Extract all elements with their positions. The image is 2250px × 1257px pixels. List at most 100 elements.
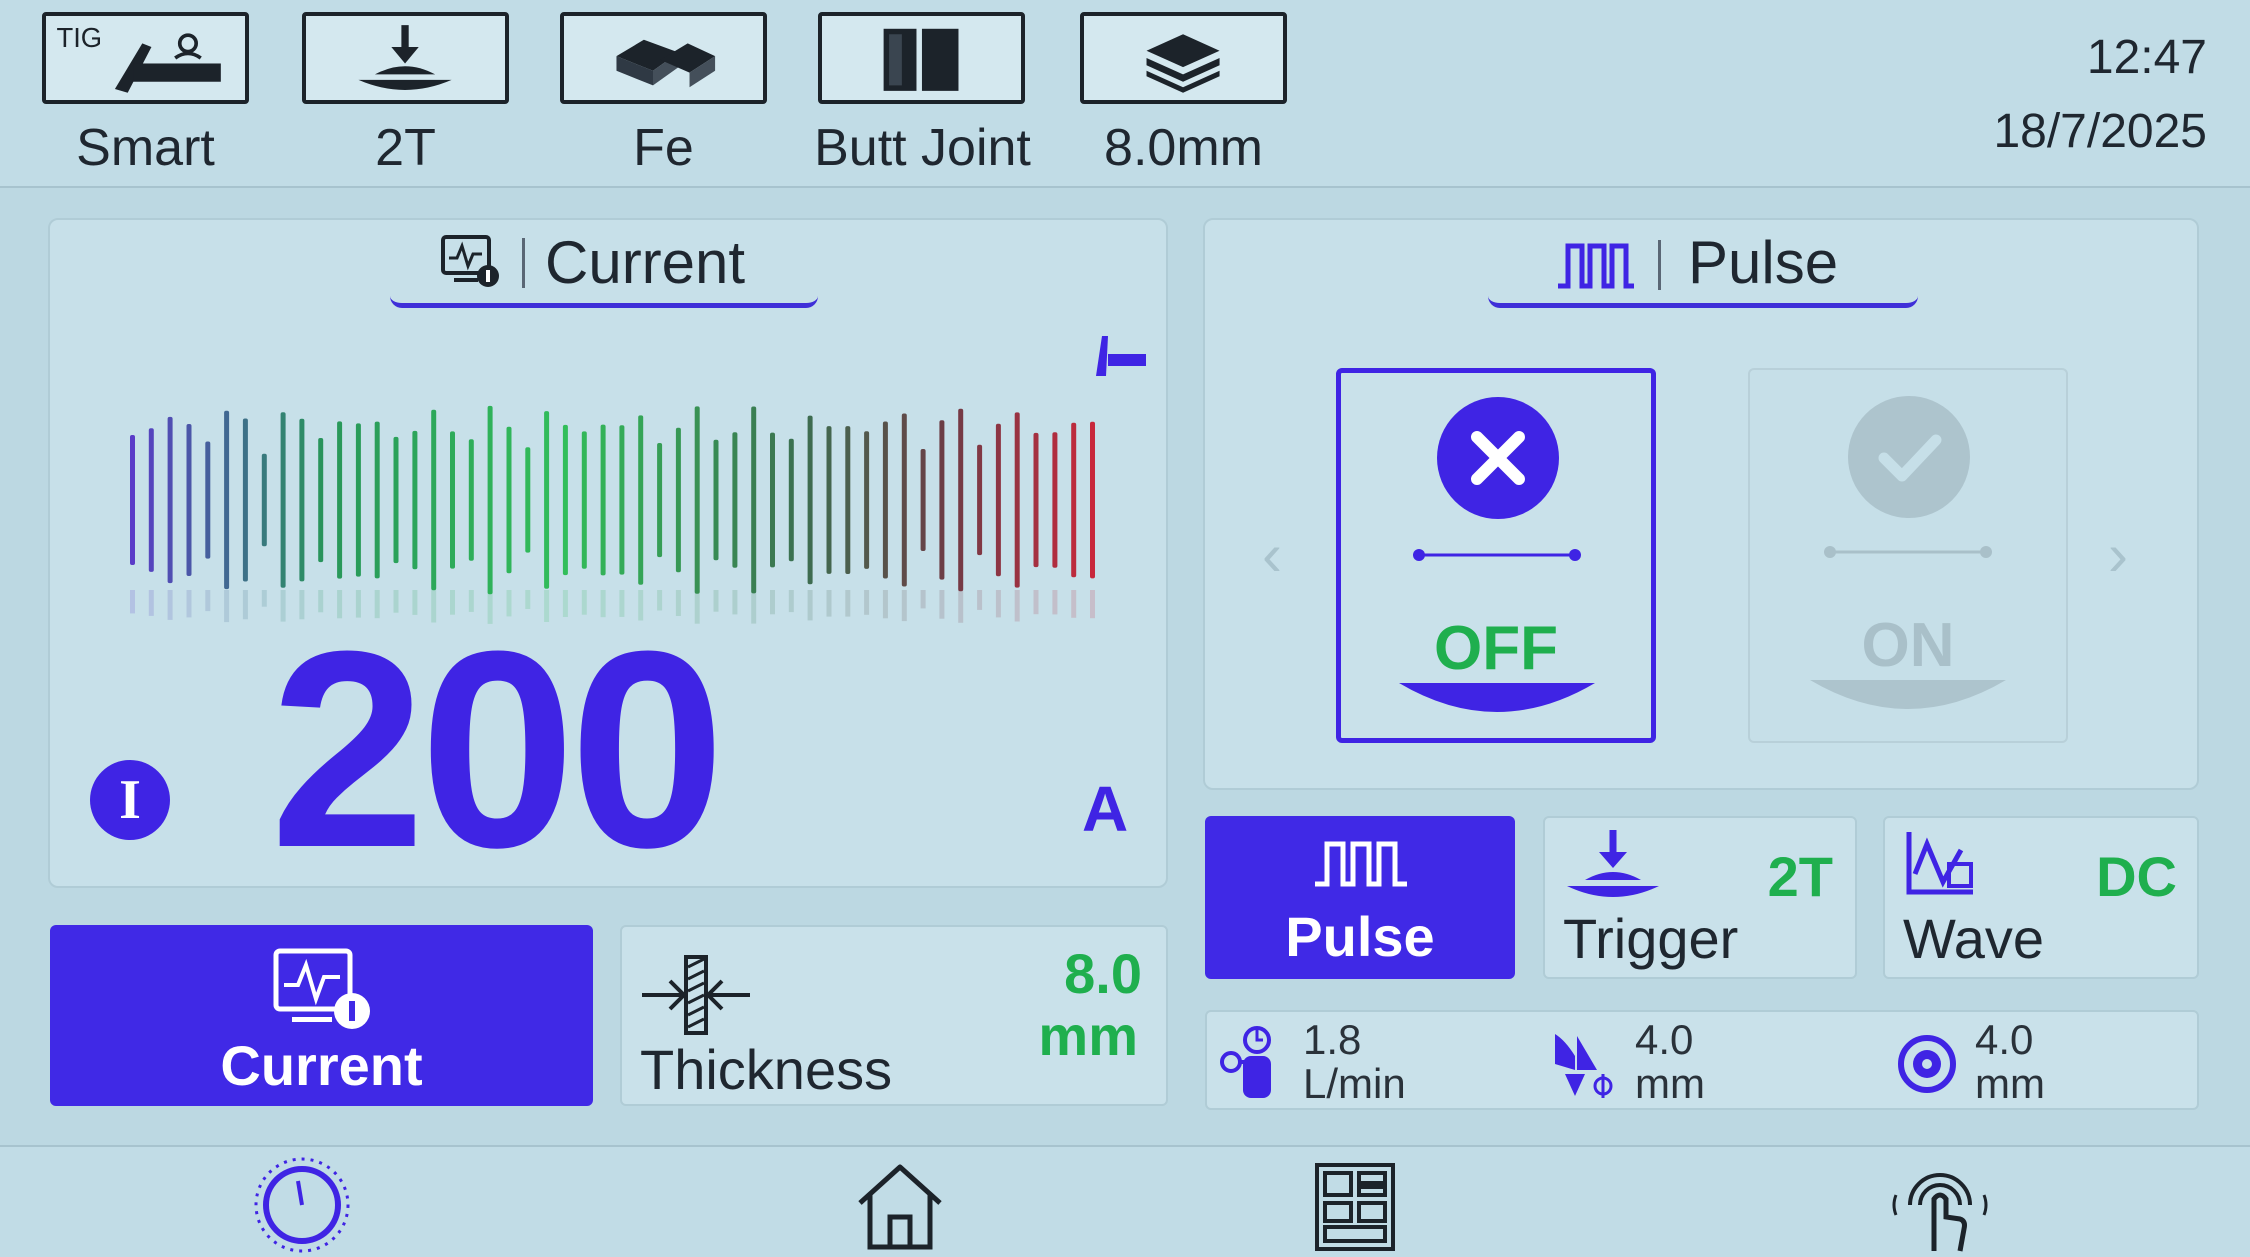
monitor-info-icon — [441, 235, 499, 287]
waveform-reflection — [1071, 590, 1077, 618]
waveform-reflection — [186, 590, 192, 618]
pulse-off-option[interactable]: OFF — [1336, 368, 1656, 743]
waveform-reflection — [732, 590, 738, 615]
waveform-bar — [1052, 432, 1058, 568]
dial-icon[interactable] — [252, 1155, 352, 1255]
waveform-bar — [600, 424, 606, 576]
mode-metal-button[interactable] — [560, 12, 767, 104]
pulse-wave-icon — [1558, 243, 1634, 289]
waveform-reflection — [167, 590, 173, 620]
waveform-reflection — [807, 590, 813, 621]
mode-joint-button[interactable] — [818, 12, 1025, 104]
electrode-value: 4.0 — [1635, 1016, 1694, 1063]
pulse-button-label: Pulse — [1285, 905, 1435, 968]
waveform-bar — [807, 415, 813, 585]
mode-joint-label: Butt Joint — [814, 119, 1031, 177]
thickness-button[interactable]: Thickness 8.0 mm — [620, 925, 1168, 1106]
trigger-button[interactable]: 2T Trigger — [1543, 816, 1857, 979]
close-icon — [1437, 397, 1559, 519]
waveform-reflection — [1052, 590, 1058, 615]
waveform-bar — [882, 421, 888, 579]
waveform-bar — [506, 426, 512, 574]
pulse-wave-icon — [1315, 841, 1407, 887]
waveform-bar — [657, 443, 663, 558]
plate-stack-icon — [1146, 34, 1220, 93]
waveform-reflection — [958, 590, 964, 623]
nozzle-value: 4.0 — [1975, 1016, 2034, 1063]
waveform-bar — [412, 430, 418, 570]
indicator-letter: I — [119, 769, 141, 831]
clock-date: 18/7/2025 — [1993, 105, 2207, 158]
waveform-bar — [581, 431, 587, 569]
current-tab[interactable]: Current — [390, 218, 818, 308]
wave-value: DC — [2096, 845, 2177, 908]
waveform-reflection — [826, 590, 832, 617]
home-icon[interactable] — [850, 1155, 950, 1255]
pulse-on-label: ON — [1861, 611, 1955, 680]
waveform-bar — [751, 406, 757, 594]
on-slider-line — [1824, 546, 1992, 558]
waveform-bar — [450, 431, 455, 569]
waveform-bar — [525, 447, 531, 553]
chevron-right-icon[interactable]: › — [2108, 520, 2128, 589]
wave-label: Wave — [1903, 907, 2045, 970]
trigger-icon — [1567, 830, 1659, 897]
chevron-left-icon[interactable]: ‹ — [1262, 520, 1282, 589]
pulse-off-label: OFF — [1434, 614, 1558, 683]
waveform-reflection — [205, 590, 211, 612]
butt-joint-icon — [883, 28, 959, 91]
waveform-bar — [186, 424, 192, 576]
waveform-reflection — [242, 590, 248, 620]
waveform-bar — [770, 432, 775, 568]
waveform-bar — [958, 408, 964, 592]
waveform-reflection — [751, 590, 757, 624]
waveform-bar — [468, 439, 474, 561]
menu-grid-icon[interactable] — [1305, 1155, 1405, 1255]
waveform-bar — [487, 405, 493, 595]
tig-badge: TIG — [56, 22, 102, 53]
waveform-reflection — [901, 590, 907, 622]
waveform-bar — [995, 423, 1001, 577]
waveform-bar — [939, 420, 945, 580]
waveform-bar — [920, 449, 926, 551]
waveform-reflection — [1033, 590, 1039, 615]
gas-flow-value: 1.8 — [1303, 1016, 1362, 1063]
waveform-reflection — [224, 590, 230, 623]
mode-smart-label: Smart — [76, 119, 215, 177]
waveform-reflection — [939, 590, 945, 619]
waveform-bar — [1014, 412, 1020, 588]
waveform-bar — [355, 423, 361, 577]
pulse-tab[interactable]: Pulse — [1488, 218, 1918, 308]
waveform-reflection — [995, 590, 1001, 618]
current-button[interactable]: Current — [50, 925, 593, 1106]
thickness-unit: mm — [1038, 1004, 1138, 1067]
mode-thickness-button[interactable] — [1080, 12, 1287, 104]
current-tab-title: Current — [545, 229, 746, 296]
waveform-bar — [1033, 432, 1039, 568]
electrode-diameter-icon — [1555, 1034, 1613, 1098]
mode-thickness-label: 8.0mm — [1104, 119, 1263, 177]
waveform-reflection — [788, 590, 794, 613]
waveform-bar — [318, 438, 324, 563]
pulse-button[interactable]: Pulse — [1205, 816, 1515, 979]
waveform-bar — [299, 418, 305, 582]
waveform-bar — [261, 453, 267, 547]
metal-ingot-icon — [616, 39, 716, 88]
wave-button[interactable]: DC Wave — [1883, 816, 2199, 979]
mode-smart-button[interactable]: TIG — [42, 12, 249, 104]
waveform-bar — [167, 416, 173, 584]
waveform-bar — [130, 435, 135, 565]
waveform-bar — [977, 444, 983, 556]
waveform-bar — [544, 411, 550, 589]
nozzle-icon — [1898, 1035, 1956, 1093]
gas-flow-unit: L/min — [1303, 1060, 1406, 1107]
pulse-on-option[interactable]: ON — [1748, 368, 2068, 743]
waveform-bar — [562, 424, 568, 576]
touch-icon[interactable] — [1890, 1155, 1990, 1255]
thickness-label: Thickness — [640, 1038, 893, 1101]
waveform-bar — [864, 431, 870, 569]
waveform-bar — [224, 410, 230, 590]
thickness-value: 8.0 — [1064, 942, 1142, 1005]
monitor-info-icon — [273, 948, 370, 1029]
mode-trigger-button[interactable] — [302, 12, 509, 104]
